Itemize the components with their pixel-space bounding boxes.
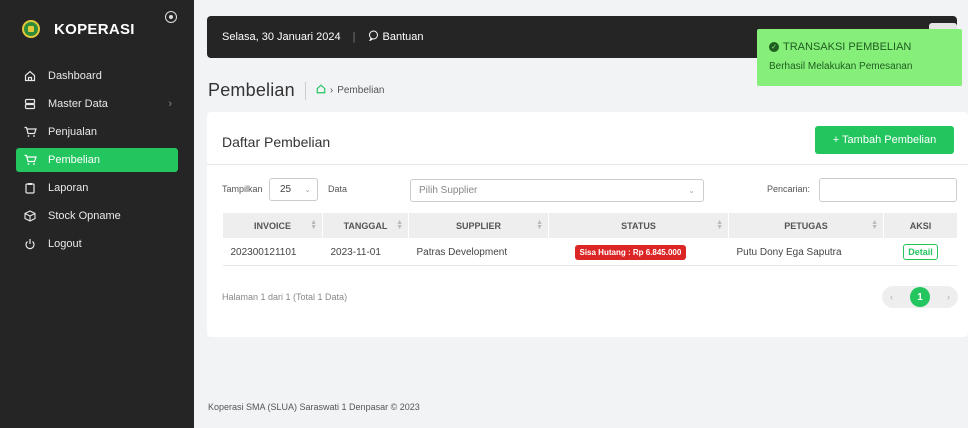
column-header-invoice[interactable]: INVOICE ▲ ▼ — [222, 212, 323, 239]
column-header-status[interactable]: STATUS ▲ ▼ — [548, 212, 729, 239]
breadcrumb: › Pembelian — [304, 81, 385, 100]
breadcrumb-current: Pembelian — [337, 85, 385, 96]
supplier-select[interactable]: Pilih Supplier ⌄ — [410, 179, 704, 202]
header-label: TANGGAL — [343, 220, 388, 231]
breadcrumb-separator-icon: › — [329, 85, 334, 96]
data-label: Data — [328, 184, 348, 194]
status-badge: Sisa Hutang : Rp 6.845.000 — [574, 244, 687, 260]
column-header-tanggal[interactable]: TANGGAL ▲ ▼ — [322, 212, 409, 239]
card-title: Daftar Pembelian — [222, 134, 331, 150]
cell-aksi: Detail — [883, 238, 958, 266]
help-label: Bantuan — [382, 31, 424, 43]
search-label: Pencarian: — [767, 184, 811, 194]
sort-icon: ▲ ▼ — [310, 219, 317, 231]
sidebar: KOPERASI Dashboard Master Data › Penjual… — [0, 0, 194, 428]
sidebar-item-laporan[interactable]: Laporan — [16, 176, 178, 200]
cell-tanggal: 2023-11-01 — [322, 238, 409, 266]
sidebar-item-label: Logout — [48, 238, 82, 250]
help-link[interactable]: Bantuan — [368, 30, 424, 44]
home-icon[interactable] — [316, 84, 326, 97]
sidebar-item-label: Pembelian — [48, 154, 100, 166]
sort-icon: ▲ ▼ — [716, 219, 723, 231]
current-date: Selasa, 30 Januari 2024 — [222, 31, 341, 43]
header-label: INVOICE — [253, 220, 291, 231]
chevron-right-icon: › — [168, 98, 172, 110]
page-length-select[interactable]: 25 ⌄ — [269, 178, 318, 201]
purchase-list-card: Daftar Pembelian + Tambah Pembelian Tamp… — [207, 112, 968, 337]
sort-icon: ▲ ▼ — [871, 219, 878, 231]
supplier-placeholder: Pilih Supplier — [419, 185, 478, 196]
cart-icon — [23, 154, 37, 166]
pagination-info: Halaman 1 dari 1 (Total 1 Data) — [222, 292, 348, 302]
sidebar-item-label: Penjualan — [48, 126, 97, 138]
sidebar-item-logout[interactable]: Logout — [16, 232, 178, 256]
header-label: STATUS — [621, 220, 656, 231]
page-title: Pembelian — [208, 80, 295, 100]
divider: | — [352, 31, 356, 43]
sidebar-item-label: Dashboard — [48, 70, 102, 82]
sidebar-menu: Dashboard Master Data › Penjualan Pembel… — [0, 64, 194, 256]
chat-icon — [368, 30, 379, 44]
sidebar-item-label: Stock Opname — [48, 210, 121, 222]
database-icon — [23, 98, 37, 110]
next-page-button[interactable]: › — [947, 292, 950, 302]
sidebar-item-master-data[interactable]: Master Data › — [16, 92, 178, 116]
brand[interactable]: KOPERASI — [0, 0, 194, 58]
header-label: SUPPLIER — [455, 220, 501, 231]
cell-status: Sisa Hutang : Rp 6.845.000 — [548, 238, 729, 266]
box-icon — [23, 210, 37, 222]
column-header-aksi: AKSI — [883, 212, 958, 239]
sidebar-item-label: Master Data — [48, 98, 108, 110]
home-icon — [23, 70, 37, 82]
cell-supplier: Patras Development — [408, 238, 549, 266]
show-label: Tampilkan — [222, 184, 263, 194]
footer-text: Koperasi SMA (SLUA) Saraswati 1 Denpasar… — [208, 402, 420, 412]
detail-button[interactable]: Detail — [903, 243, 938, 260]
app-name: KOPERASI — [54, 20, 135, 38]
toast-message: Berhasil Melakukan Pemesanan — [769, 61, 913, 72]
column-header-petugas[interactable]: PETUGAS ▲ ▼ — [728, 212, 884, 239]
sort-icon: ▲ ▼ — [396, 219, 403, 231]
table-header-row: INVOICE ▲ ▼ TANGGAL ▲ ▼ SUPPLIER ▲ ▼ STATUS ▲ ▼ … — [222, 212, 958, 239]
cell-petugas: Putu Dony Ega Saputra — [728, 238, 884, 266]
column-header-supplier[interactable]: SUPPLIER ▲ ▼ — [408, 212, 549, 239]
add-purchase-button[interactable]: + Tambah Pembelian — [815, 126, 954, 154]
chevron-down-icon: ⌄ — [304, 185, 311, 194]
page-button-current[interactable]: 1 — [910, 287, 930, 307]
clipboard-icon — [23, 182, 37, 194]
sidebar-item-penjualan[interactable]: Penjualan — [16, 120, 178, 144]
table-row: 202300121101 2023-11-01 Patras Developme… — [222, 238, 958, 266]
success-toast[interactable]: ✓ TRANSAKSI PEMBELIAN Berhasil Melakukan… — [757, 29, 962, 86]
sidebar-item-stock-opname[interactable]: Stock Opname — [16, 204, 178, 228]
cell-invoice: 202300121101 — [222, 238, 323, 266]
sidebar-item-dashboard[interactable]: Dashboard — [16, 64, 178, 88]
check-circle-icon: ✓ — [769, 42, 779, 52]
page-header: Pembelian › Pembelian — [208, 80, 384, 101]
header-label: PETUGAS — [784, 220, 828, 231]
header-label: AKSI — [909, 220, 932, 231]
toast-title: TRANSAKSI PEMBELIAN — [783, 41, 912, 53]
sidebar-item-label: Laporan — [48, 182, 89, 194]
cart-icon — [23, 126, 37, 138]
prev-page-button[interactable]: ‹ — [890, 292, 893, 302]
power-icon — [23, 238, 37, 250]
sort-icon: ▲ ▼ — [536, 219, 543, 231]
chevron-down-icon: ⌄ — [688, 186, 695, 195]
divider — [207, 164, 968, 165]
koperasi-logo-icon — [22, 20, 40, 38]
search-input[interactable] — [819, 178, 957, 202]
sidebar-item-pembelian[interactable]: Pembelian — [16, 148, 178, 172]
page-length-value: 25 — [280, 184, 292, 195]
sidebar-toggle-icon[interactable] — [165, 11, 177, 23]
purchase-table: INVOICE ▲ ▼ TANGGAL ▲ ▼ SUPPLIER ▲ ▼ STATUS ▲ ▼ … — [222, 212, 958, 266]
pagination: ‹ 1 › — [882, 286, 958, 308]
